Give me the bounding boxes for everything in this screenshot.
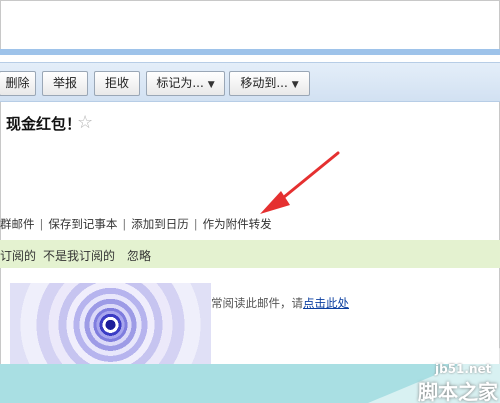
watermark-site: jb51.net bbox=[435, 362, 492, 376]
watermark-name: 脚本之家 bbox=[418, 380, 498, 403]
arrow-annotation-icon bbox=[260, 151, 340, 214]
